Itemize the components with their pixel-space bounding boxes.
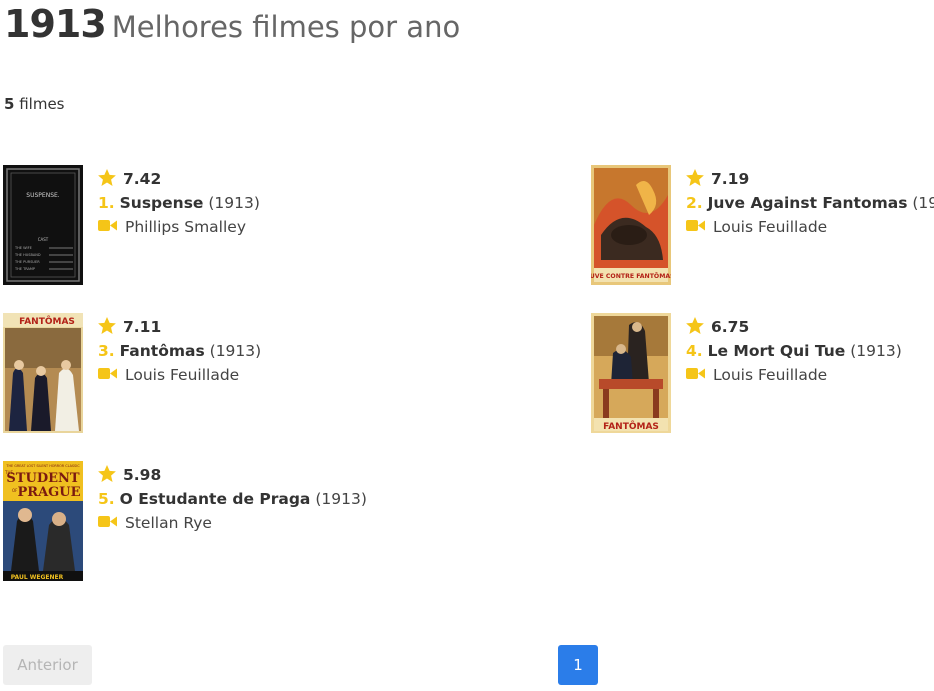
page-year: 1913 xyxy=(4,2,107,46)
results-count-label: filmes xyxy=(19,95,65,113)
movie-poster[interactable]: JUVE CONTRE FANTÔMAS xyxy=(591,165,671,285)
movie-title-row: 4. Le Mort Qui Tue (1913) xyxy=(686,339,902,363)
results-count-number: 5 xyxy=(4,95,15,113)
movie-year: (1913) xyxy=(912,194,934,212)
movie-rating: 7.11 xyxy=(98,315,261,339)
movie-director-link[interactable]: Louis Feuillade xyxy=(713,218,827,236)
video-camera-icon xyxy=(686,220,705,231)
poster-heading: SUSPENSE. xyxy=(26,192,60,199)
movie-title-link[interactable]: Suspense xyxy=(120,194,204,212)
poster-juve-contre-fantomas: JUVE CONTRE FANTÔMAS xyxy=(591,165,671,285)
movie-info: 7.11 3. Fantômas (1913) Louis Feuillade xyxy=(98,315,261,387)
movie-title-link[interactable]: Le Mort Qui Tue xyxy=(708,342,846,360)
movie-title-row: 3. Fantômas (1913) xyxy=(98,339,261,363)
page: 1913 Melhores filmes por ano 5 filmes SUS… xyxy=(0,0,934,691)
results-count: 5 filmes xyxy=(4,95,65,113)
movie-card[interactable]: SUSPENSE. CAST THE WIFE THE HUSBAND THE … xyxy=(3,165,349,287)
poster-credit: THE HUSBAND xyxy=(14,253,41,257)
movie-title-row: 2. Juve Against Fantomas (1913) xyxy=(686,191,934,215)
movie-rank: 1. xyxy=(98,194,115,212)
movie-rank: 5. xyxy=(98,490,115,508)
poster-caption: JUVE CONTRE FANTÔMAS xyxy=(591,271,671,280)
movie-poster[interactable]: SUSPENSE. CAST THE WIFE THE HUSBAND THE … xyxy=(3,165,83,285)
poster-credit: THE TRAMP xyxy=(14,267,35,271)
movie-director-row: Louis Feuillade xyxy=(686,215,934,239)
movie-card[interactable]: FANTÔMAS 6.75 4. Le Mort Qui Tue (1913) … xyxy=(591,313,934,435)
movie-card[interactable]: THE GREAT LOST SILENT HORROR CLASSIC THE… xyxy=(3,461,367,583)
star-icon xyxy=(98,317,116,334)
movie-info: 7.19 2. Juve Against Fantomas (1913) Lou… xyxy=(686,167,934,239)
movie-year: (1913) xyxy=(315,490,367,508)
movie-title-row: 1. Suspense (1913) xyxy=(98,191,260,215)
movie-director-row: Louis Feuillade xyxy=(98,363,261,387)
page-header: 1913 Melhores filmes por ano xyxy=(4,2,460,46)
movie-card[interactable]: JUVE CONTRE FANTÔMAS 7.19 2. Juve Agains… xyxy=(591,165,934,287)
poster-title-line2: PRAGUE xyxy=(17,485,80,500)
poster-top-line: THE GREAT LOST SILENT HORROR CLASSIC xyxy=(5,464,80,468)
pagination-previous-button[interactable]: Anterior xyxy=(3,645,92,685)
poster-credit: THE PURSUER xyxy=(14,260,40,264)
video-camera-icon xyxy=(686,368,705,379)
movie-info: 6.75 4. Le Mort Qui Tue (1913) Louis Feu… xyxy=(686,315,902,387)
movie-info: 5.98 5. O Estudante de Praga (1913) Stel… xyxy=(98,463,367,535)
movie-rating: 5.98 xyxy=(98,463,367,487)
poster-title-line1: STUDENT xyxy=(6,471,79,486)
poster-caption: CAST xyxy=(38,237,49,242)
movie-rating-value: 7.42 xyxy=(123,170,162,188)
star-icon xyxy=(686,317,704,334)
poster-credit: THE WIFE xyxy=(14,246,32,250)
movie-year: (1913) xyxy=(208,194,260,212)
movie-title-link[interactable]: O Estudante de Praga xyxy=(120,490,311,508)
poster-heading: FANTÔMAS xyxy=(19,315,75,327)
movie-director-link[interactable]: Louis Feuillade xyxy=(713,366,827,384)
movie-title-link[interactable]: Juve Against Fantomas xyxy=(708,194,908,212)
movie-director-link[interactable]: Louis Feuillade xyxy=(125,366,239,384)
movie-year: (1913) xyxy=(850,342,902,360)
movie-director-link[interactable]: Stellan Rye xyxy=(125,514,212,532)
video-camera-icon xyxy=(98,516,117,527)
movie-rating-value: 7.19 xyxy=(711,170,750,188)
video-camera-icon xyxy=(98,220,117,231)
movie-rank: 3. xyxy=(98,342,115,360)
movie-rank: 2. xyxy=(686,194,703,212)
movie-director-row: Louis Feuillade xyxy=(686,363,902,387)
movie-rating-value: 6.75 xyxy=(711,318,750,336)
movie-director-row: Phillips Smalley xyxy=(98,215,260,239)
poster-caption: FANTÔMAS xyxy=(603,420,659,432)
movie-rating-value: 5.98 xyxy=(123,466,162,484)
poster-student-of-prague: THE GREAT LOST SILENT HORROR CLASSIC THE… xyxy=(3,461,83,581)
movie-poster[interactable]: FANTÔMAS xyxy=(3,313,83,433)
video-camera-icon xyxy=(98,368,117,379)
star-icon xyxy=(98,169,116,186)
poster-fantomas: FANTÔMAS xyxy=(3,313,83,433)
movie-poster[interactable]: THE GREAT LOST SILENT HORROR CLASSIC THE… xyxy=(3,461,83,581)
movie-title-row: 5. O Estudante de Praga (1913) xyxy=(98,487,367,511)
movie-rating: 6.75 xyxy=(686,315,902,339)
pagination-page-button[interactable]: 1 xyxy=(558,645,598,685)
page-subtitle: Melhores filmes por ano xyxy=(111,10,461,44)
movie-rating-value: 7.11 xyxy=(123,318,162,336)
star-icon xyxy=(98,465,116,482)
movie-rank: 4. xyxy=(686,342,703,360)
movie-title-link[interactable]: Fantômas xyxy=(120,342,205,360)
movie-director-row: Stellan Rye xyxy=(98,511,367,535)
movie-rating: 7.19 xyxy=(686,167,934,191)
movie-info: 7.42 1. Suspense (1913) Phillips Smalley xyxy=(98,167,260,239)
movie-director-link[interactable]: Phillips Smalley xyxy=(125,218,246,236)
movie-poster[interactable]: FANTÔMAS xyxy=(591,313,671,433)
movie-card[interactable]: FANTÔMAS 7.11 3. Fantômas (1913) Louis F… xyxy=(3,313,349,435)
poster-suspense: SUSPENSE. CAST THE WIFE THE HUSBAND THE … xyxy=(3,165,83,285)
movie-rating: 7.42 xyxy=(98,167,260,191)
star-icon xyxy=(686,169,704,186)
poster-actor: PAUL WEGENER xyxy=(11,574,64,581)
poster-le-mort-qui-tue: FANTÔMAS xyxy=(591,313,671,433)
movie-year: (1913) xyxy=(209,342,262,360)
